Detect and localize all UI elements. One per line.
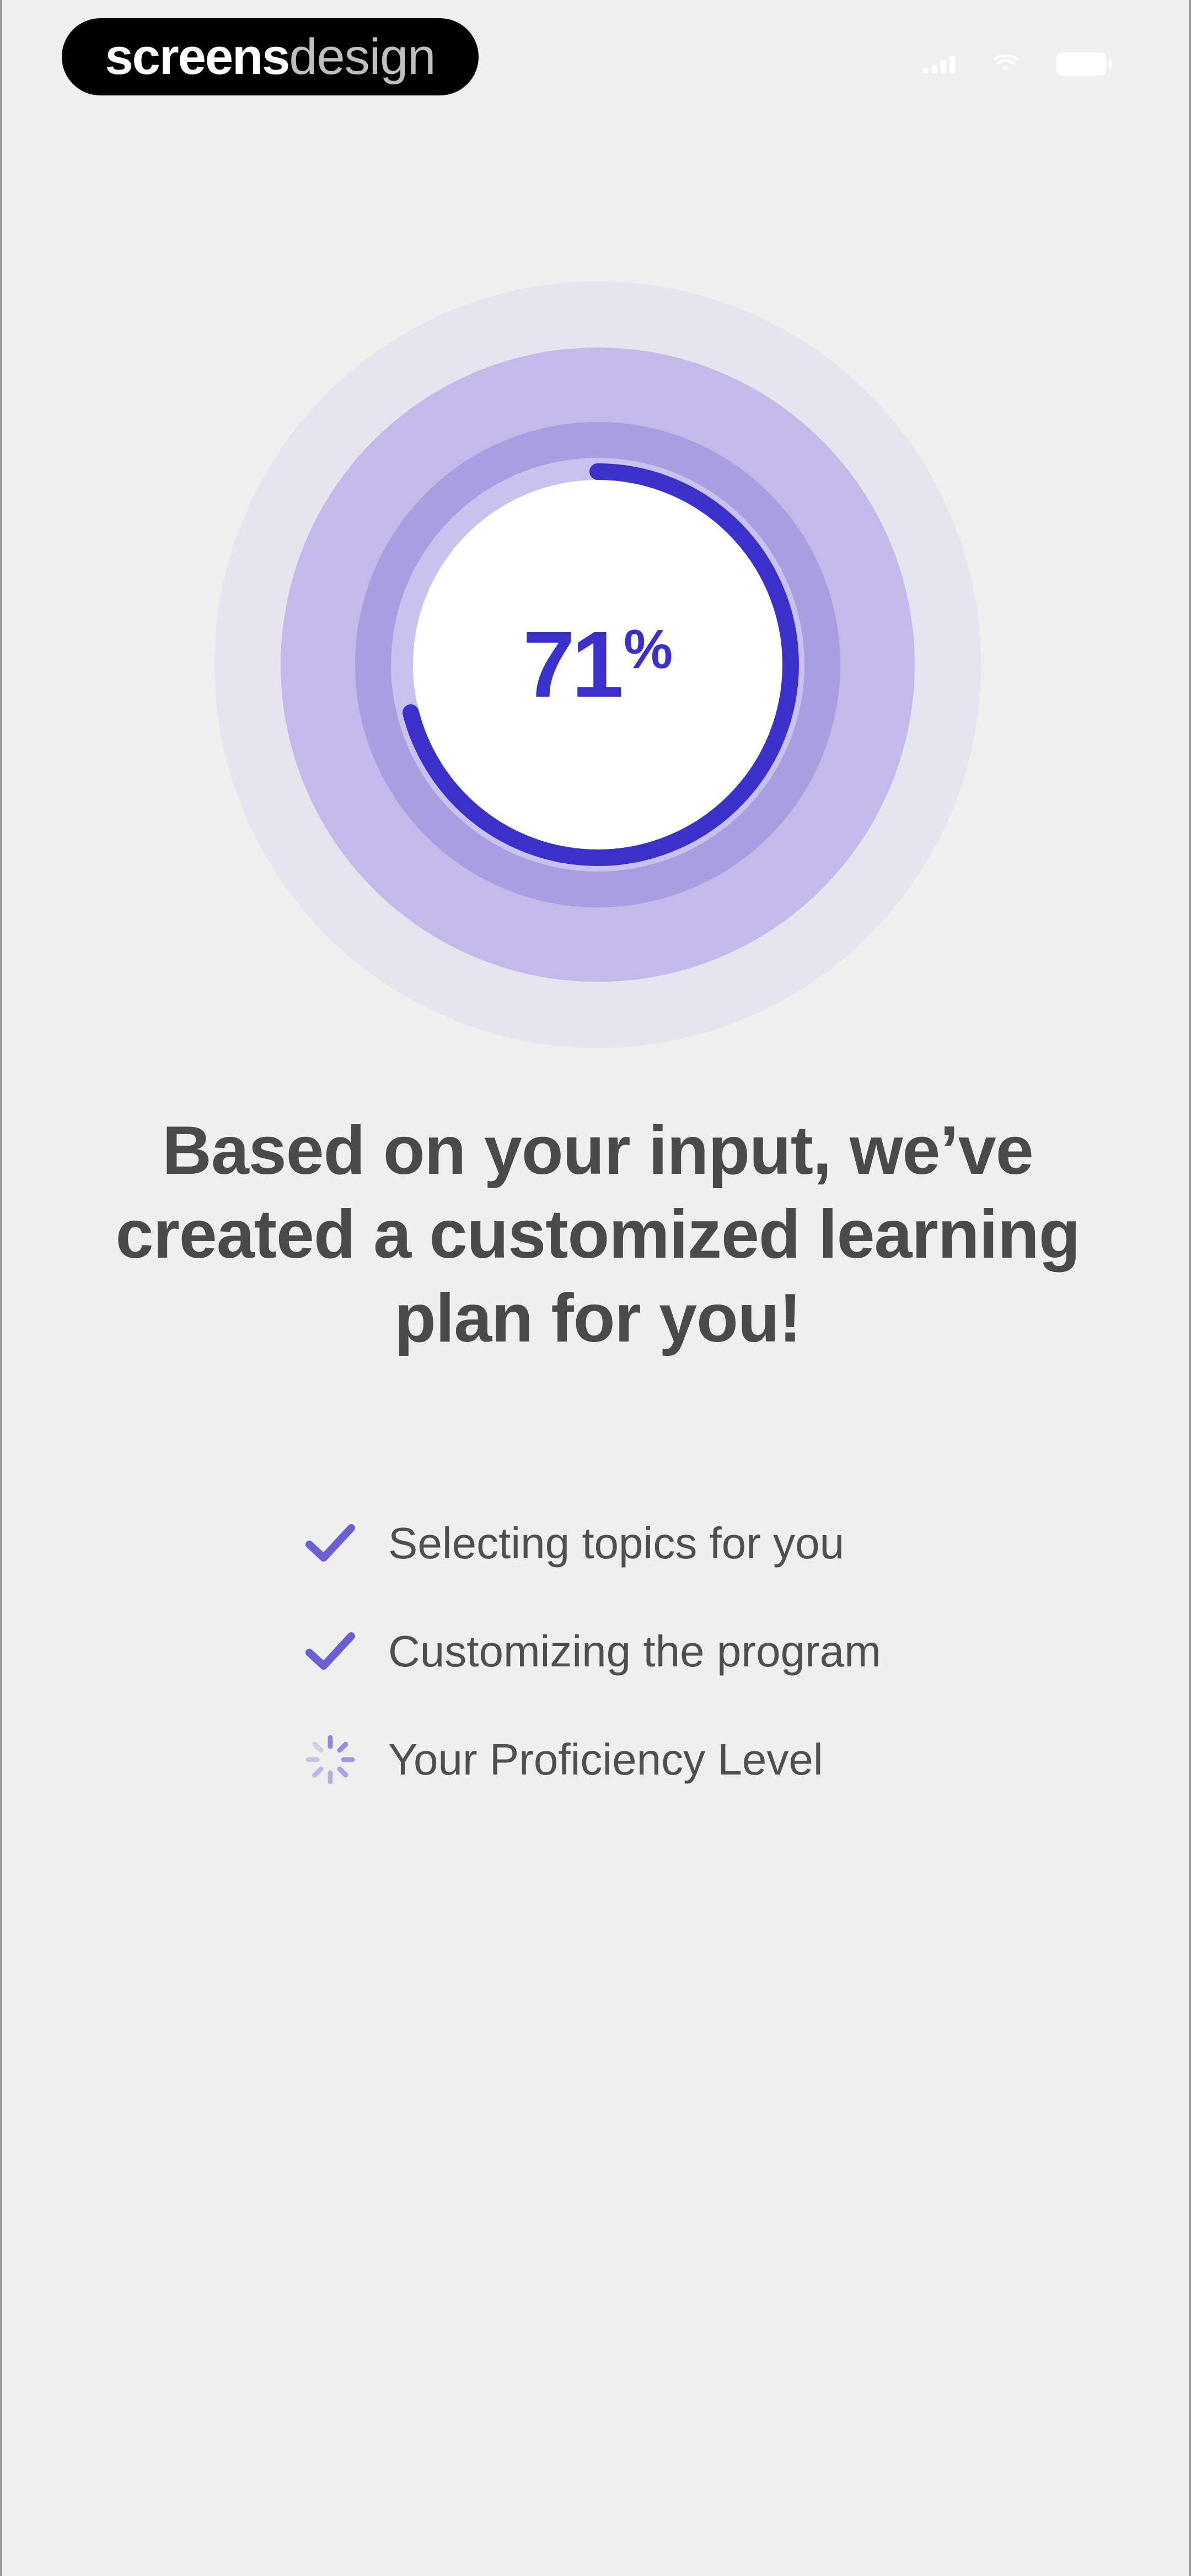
list-item: Selecting topics for you bbox=[300, 1489, 881, 1597]
step-label: Customizing the program bbox=[388, 1627, 881, 1676]
progress-steps-list: Selecting topics for you Customizing the… bbox=[300, 1489, 881, 1814]
progress-percent: 71% bbox=[214, 281, 981, 1048]
battery-icon bbox=[1056, 52, 1112, 76]
signal-icon bbox=[923, 55, 955, 73]
step-label: Your Proficiency Level bbox=[388, 1735, 823, 1784]
progress-ring: 71% bbox=[214, 281, 981, 1048]
progress-unit: % bbox=[624, 618, 673, 680]
page-title: Based on your input, we’ve created a cus… bbox=[115, 1113, 1081, 1356]
spinner-icon bbox=[300, 1729, 361, 1790]
progress-value: 71 bbox=[522, 612, 624, 717]
status-bar bbox=[923, 52, 1112, 76]
checkmark-icon bbox=[300, 1621, 361, 1682]
step-label: Selecting topics for you bbox=[388, 1519, 845, 1568]
checkmark-icon bbox=[300, 1513, 361, 1574]
list-item: Customizing the program bbox=[300, 1597, 881, 1706]
list-item: Your Proficiency Level bbox=[300, 1706, 881, 1814]
brand-badge: screens design bbox=[62, 18, 479, 95]
brand-name-part1: screens bbox=[105, 28, 291, 85]
app-screen: screens design 71% Based on your input, w… bbox=[0, 0, 1191, 2576]
brand-name-part2: design bbox=[289, 28, 436, 85]
wifi-icon bbox=[994, 55, 1018, 71]
